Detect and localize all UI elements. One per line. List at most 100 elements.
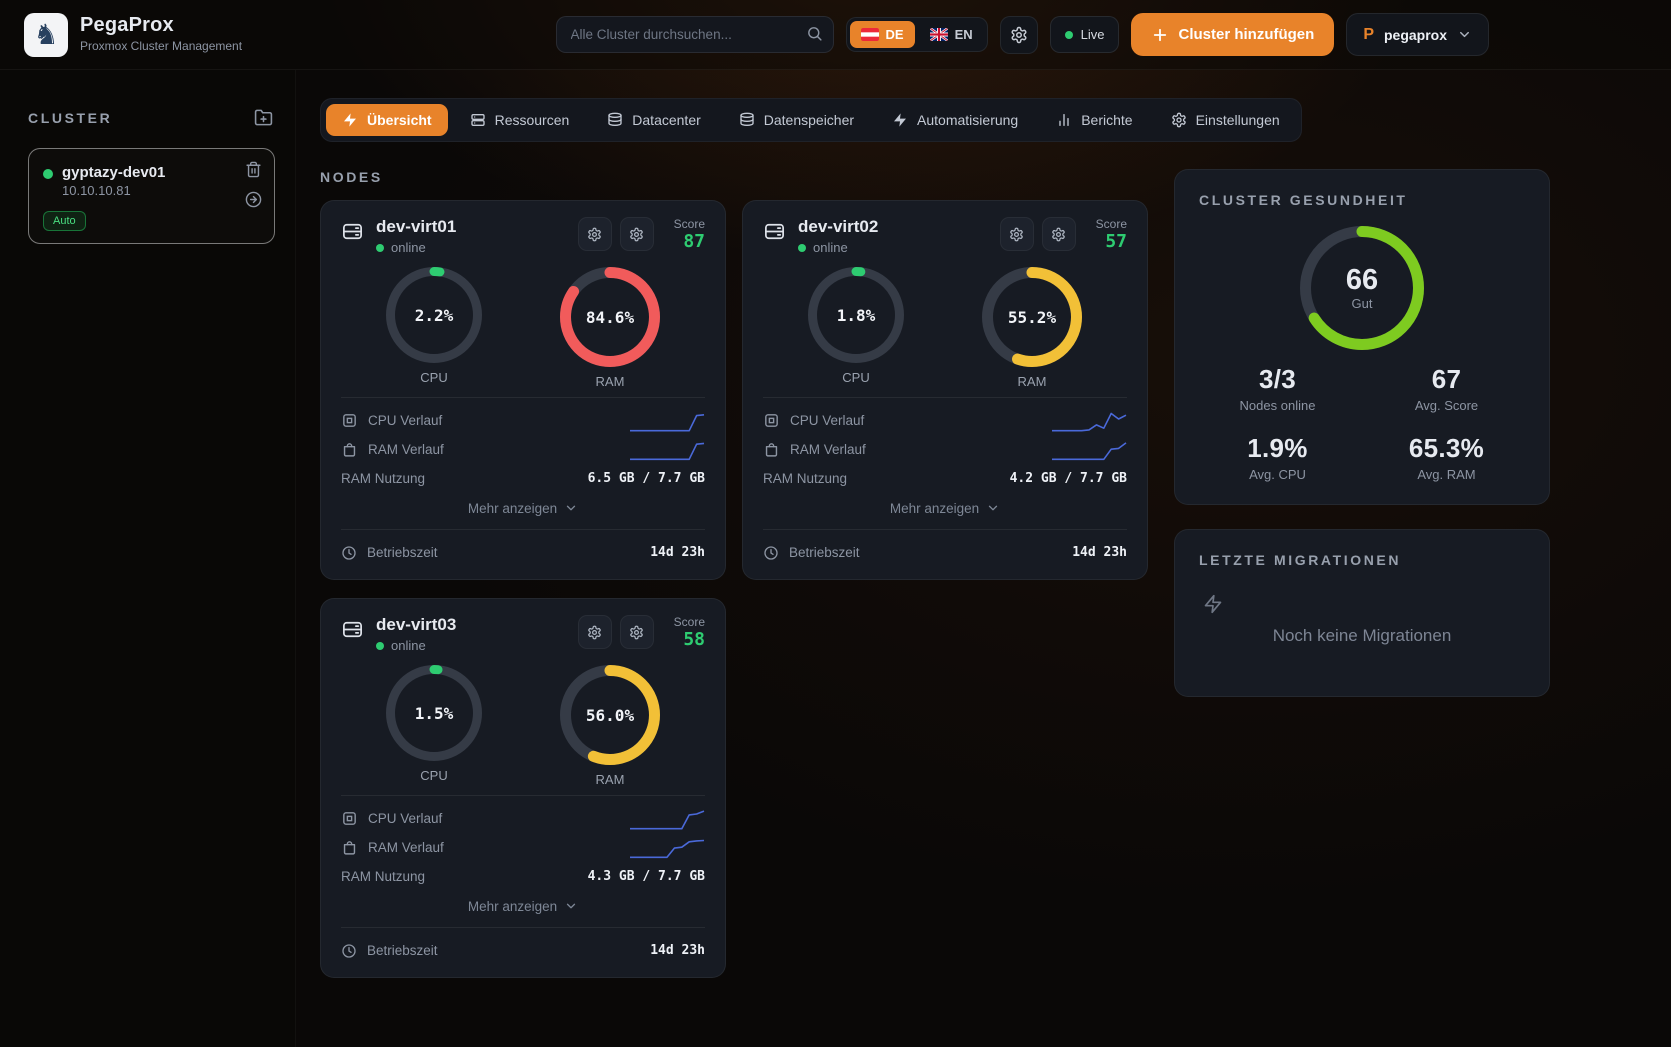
auto-badge: Auto [43,211,86,231]
ram-history-label: RAM Verlauf [368,840,444,855]
add-folder-button[interactable] [252,106,275,129]
nodes-grid: dev-virt01 online Score 87 [320,200,1148,978]
plus-icon [1151,26,1169,44]
health-score: 66 [1346,265,1378,295]
node-online-dot [376,244,384,252]
nodes-section-title: NODES [320,169,1148,185]
ram-icon [341,839,358,856]
ram-usage-label: RAM Nutzung [341,869,425,884]
delete-cluster-button[interactable] [243,159,264,180]
chart-icon [1056,112,1072,128]
ram-gauge: 56.0% [560,665,660,765]
cpu-gauge: 1.5% [386,665,482,761]
tab-berichte[interactable]: Berichte [1040,104,1148,136]
zap-icon [892,112,908,128]
tab-automatisierung[interactable]: Automatisierung [876,104,1034,136]
node-config-button[interactable] [1042,217,1076,251]
cpu-history-label: CPU Verlauf [790,413,864,428]
node-card: dev-virt02 online Score 57 [742,200,1148,580]
language-de-label: DE [886,27,904,42]
node-config-button[interactable] [620,217,654,251]
uptime-label: Betriebszeit [367,943,438,958]
language-de-button[interactable]: DE [850,21,915,48]
node-settings-button[interactable] [1000,217,1034,251]
cluster-name: gyptazy-dev01 [62,164,165,181]
ram-usage-value: 4.2 GB / 7.7 GB [1010,471,1127,486]
ram-usage-label: RAM Nutzung [763,471,847,486]
ram-icon [341,441,358,458]
clock-icon [763,545,779,561]
show-more-button[interactable]: Mehr anzeigen [462,495,584,521]
ram-gauge-label: RAM [596,374,625,389]
node-settings-button[interactable] [578,217,612,251]
user-initial: P [1363,26,1374,44]
settings-button[interactable] [1000,16,1038,54]
ram-usage-value: 6.5 GB / 7.7 GB [588,471,705,486]
node-settings-button[interactable] [578,615,612,649]
node-name: dev-virt01 [376,217,456,237]
search-box [556,16,834,53]
cpu-gauge-value: 1.8% [808,267,904,363]
live-dot [1065,31,1073,39]
score-value: 57 [1105,231,1127,252]
score-label: Score [674,217,705,231]
tab-einstellungen[interactable]: Einstellungen [1155,104,1296,136]
server-icon [341,220,364,243]
node-status: online [391,240,426,255]
stat-nodes-online: 3/3 Nodes online [1199,364,1356,413]
ram-history-label: RAM Verlauf [368,442,444,457]
live-label: Live [1081,27,1105,42]
user-menu[interactable]: P pegaprox [1346,13,1489,56]
score-value: 87 [683,231,705,252]
cpu-icon [763,412,780,429]
show-more-button[interactable]: Mehr anzeigen [462,893,584,919]
ram-history-label: RAM Verlauf [790,442,866,457]
database-icon [607,112,623,128]
ram-gauge-label: RAM [1018,374,1047,389]
zap-icon [1203,594,1223,614]
uk-flag-icon [930,28,948,41]
database-icon [739,112,755,128]
language-en-button[interactable]: EN [919,21,984,48]
server-icon [470,112,486,128]
show-more-button[interactable]: Mehr anzeigen [884,495,1006,521]
ram-sparkline [629,437,705,463]
live-status-badge[interactable]: Live [1050,16,1120,53]
search-input[interactable] [556,16,834,53]
ram-gauge-value: 55.2% [982,267,1082,367]
ram-icon [763,441,780,458]
node-config-button[interactable] [620,615,654,649]
tab-ubersicht[interactable]: Übersicht [326,104,448,136]
chevron-down-icon [564,501,578,515]
cpu-icon [341,412,358,429]
health-score-label: Gut [1352,296,1373,311]
server-icon [763,220,786,243]
cpu-history-label: CPU Verlauf [368,811,442,826]
ram-sparkline [629,835,705,861]
cluster-card-gyptazy-dev01[interactable]: gyptazy-dev01 10.10.10.81 Auto [28,148,275,244]
cpu-gauge: 1.8% [808,267,904,363]
main-content: ÜbersichtRessourcenDatacenterDatenspeich… [296,70,1671,1047]
language-en-label: EN [955,27,973,42]
add-cluster-button[interactable]: Cluster hinzufügen [1131,13,1334,56]
cpu-gauge: 2.2% [386,267,482,363]
tab-ressourcen[interactable]: Ressourcen [454,104,586,136]
stat-avg-score: 67 Avg. Score [1368,364,1525,413]
brand: ♞ PegaProx Proxmox Cluster Management [24,13,242,57]
gear-icon [1171,112,1187,128]
node-online-dot [798,244,806,252]
add-cluster-label: Cluster hinzufügen [1178,26,1314,43]
cpu-sparkline [629,806,705,832]
ram-sparkline [1051,437,1127,463]
chevron-down-icon [986,501,1000,515]
uptime-label: Betriebszeit [367,545,438,560]
stat-avg-ram: 65.3% Avg. RAM [1368,433,1525,482]
search-icon [806,25,823,42]
tab-datenspeicher[interactable]: Datenspeicher [723,104,870,136]
zap-icon [342,112,358,128]
app-title: PegaProx [80,14,242,37]
language-switcher: DE EN [846,17,988,52]
node-online-dot [376,642,384,650]
tab-datacenter[interactable]: Datacenter [591,104,716,136]
open-cluster-button[interactable] [243,189,264,210]
